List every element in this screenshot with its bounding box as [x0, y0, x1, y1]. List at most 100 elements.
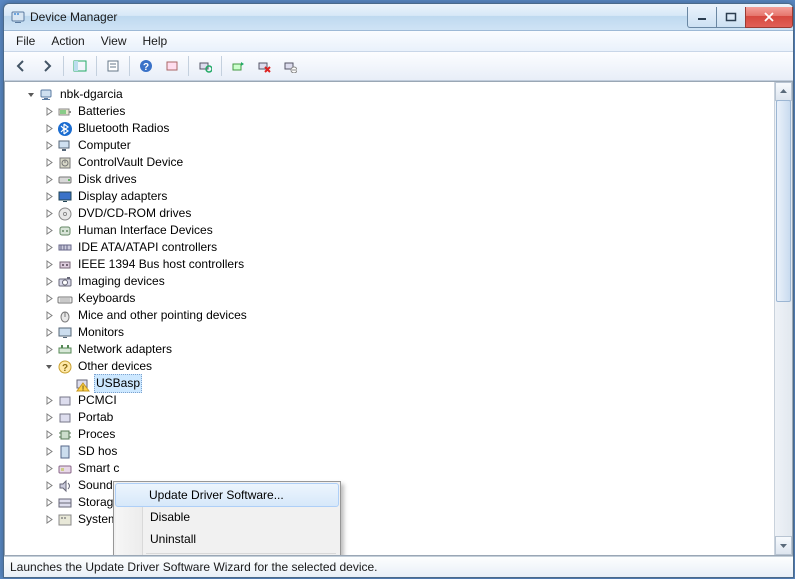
mouse-icon — [57, 308, 73, 324]
window-title: Device Manager — [30, 10, 688, 24]
menu-file[interactable]: File — [8, 32, 43, 50]
menu-view[interactable]: View — [93, 32, 135, 50]
vertical-scrollbar[interactable] — [774, 82, 792, 555]
tree-category-other-devices[interactable]: ?Other devices — [5, 358, 774, 375]
tree-category[interactable]: Network adapters — [5, 341, 774, 358]
client-area: nbk-dgarciaBatteriesBluetooth RadiosComp… — [4, 81, 793, 556]
network-icon — [57, 342, 73, 358]
tree-category-label: PCMCI — [76, 392, 119, 409]
tree-device-label: USBasp — [94, 374, 142, 393]
update-driver-button[interactable] — [226, 54, 250, 78]
generic-icon — [57, 410, 73, 426]
maximize-button[interactable] — [716, 7, 746, 28]
expand-arrow-icon[interactable] — [41, 311, 57, 320]
help-button[interactable]: ? — [134, 54, 158, 78]
expand-arrow-icon[interactable] — [41, 209, 57, 218]
tree-category[interactable]: Batteries — [5, 103, 774, 120]
expand-arrow-icon[interactable] — [41, 413, 57, 422]
scan-hardware-button[interactable] — [193, 54, 217, 78]
expand-arrow-icon[interactable] — [41, 515, 57, 524]
tree-category-label: Keyboards — [76, 290, 137, 307]
expand-arrow-icon[interactable] — [41, 464, 57, 473]
tree-category[interactable]: Bluetooth Radios — [5, 120, 774, 137]
processor-icon — [57, 427, 73, 443]
properties-button[interactable] — [101, 54, 125, 78]
storage-icon — [57, 495, 73, 511]
expand-arrow-icon[interactable] — [41, 158, 57, 167]
expand-arrow-icon[interactable] — [23, 90, 39, 99]
cm-uninstall-label: Uninstall — [150, 532, 196, 546]
expand-arrow-icon[interactable] — [41, 226, 57, 235]
tree-category-label: Disk drives — [76, 171, 139, 188]
computer-icon — [39, 87, 55, 103]
cm-update-driver[interactable]: Update Driver Software... — [115, 483, 339, 507]
window-controls — [688, 7, 793, 27]
smartcard-icon — [57, 461, 73, 477]
expand-arrow-icon[interactable] — [41, 396, 57, 405]
tree-category[interactable]: Mice and other pointing devices — [5, 307, 774, 324]
tree-category[interactable]: Portab — [5, 409, 774, 426]
tree-category[interactable]: Proces — [5, 426, 774, 443]
tree-category-label: Mice and other pointing devices — [76, 307, 249, 324]
menu-help[interactable]: Help — [135, 32, 176, 50]
expand-arrow-icon[interactable] — [41, 345, 57, 354]
uninstall-button[interactable] — [252, 54, 276, 78]
cm-uninstall[interactable]: Uninstall — [116, 528, 338, 550]
titlebar[interactable]: Device Manager — [4, 4, 793, 31]
menu-action[interactable]: Action — [43, 32, 92, 50]
expand-arrow-icon[interactable] — [41, 481, 57, 490]
tree-device-usbasp[interactable]: !USBasp — [5, 375, 774, 392]
tree-category-label: Sound, — [76, 477, 118, 494]
tree-category[interactable]: Monitors — [5, 324, 774, 341]
tree-category[interactable]: ControlVault Device — [5, 154, 774, 171]
tree-category[interactable]: Imaging devices — [5, 273, 774, 290]
tree-category[interactable]: Disk drives — [5, 171, 774, 188]
expand-arrow-icon[interactable] — [41, 124, 57, 133]
expand-arrow-icon[interactable] — [41, 243, 57, 252]
tree-category-label: IDE ATA/ATAPI controllers — [76, 239, 219, 256]
tree-root[interactable]: nbk-dgarcia — [5, 86, 774, 103]
tree-category[interactable]: IEEE 1394 Bus host controllers — [5, 256, 774, 273]
expand-arrow-icon[interactable] — [41, 447, 57, 456]
scroll-thumb[interactable] — [776, 100, 791, 302]
expand-arrow-icon[interactable] — [41, 141, 57, 150]
tree-category[interactable]: Smart c — [5, 460, 774, 477]
expand-arrow-icon[interactable] — [41, 260, 57, 269]
ieee-icon — [57, 257, 73, 273]
show-hide-tree-button[interactable] — [68, 54, 92, 78]
tree-category[interactable]: PCMCI — [5, 392, 774, 409]
cm-disable[interactable]: Disable — [116, 506, 338, 528]
expand-arrow-icon[interactable] — [41, 192, 57, 201]
scroll-down-button[interactable] — [775, 536, 792, 555]
disable-button[interactable] — [278, 54, 302, 78]
tree-category[interactable]: Human Interface Devices — [5, 222, 774, 239]
tree-category[interactable]: Computer — [5, 137, 774, 154]
back-button[interactable] — [9, 54, 33, 78]
tree-category[interactable]: SD hos — [5, 443, 774, 460]
tree-category-label: Batteries — [76, 103, 127, 120]
sound-icon — [57, 478, 73, 494]
tree-category[interactable]: Display adapters — [5, 188, 774, 205]
expand-arrow-icon[interactable] — [41, 277, 57, 286]
expand-arrow-icon[interactable] — [41, 430, 57, 439]
forward-button[interactable] — [35, 54, 59, 78]
tree-category-label: ControlVault Device — [76, 154, 185, 171]
toolbar-separator — [63, 56, 64, 76]
minimize-button[interactable] — [687, 7, 717, 28]
tree-category-label: Display adapters — [76, 188, 169, 205]
expand-arrow-icon[interactable] — [41, 498, 57, 507]
expand-arrow-icon[interactable] — [41, 328, 57, 337]
tree-category-label: SD hos — [76, 443, 119, 460]
expand-arrow-icon[interactable] — [41, 107, 57, 116]
keyboard-icon — [57, 291, 73, 307]
close-button[interactable] — [745, 7, 793, 28]
tree-category[interactable]: DVD/CD-ROM drives — [5, 205, 774, 222]
tree-category[interactable]: Keyboards — [5, 290, 774, 307]
expand-arrow-icon[interactable] — [41, 362, 57, 371]
hid-icon — [57, 223, 73, 239]
tree-category[interactable]: IDE ATA/ATAPI controllers — [5, 239, 774, 256]
scroll-up-button[interactable] — [775, 82, 792, 101]
action1-button[interactable] — [160, 54, 184, 78]
expand-arrow-icon[interactable] — [41, 175, 57, 184]
expand-arrow-icon[interactable] — [41, 294, 57, 303]
